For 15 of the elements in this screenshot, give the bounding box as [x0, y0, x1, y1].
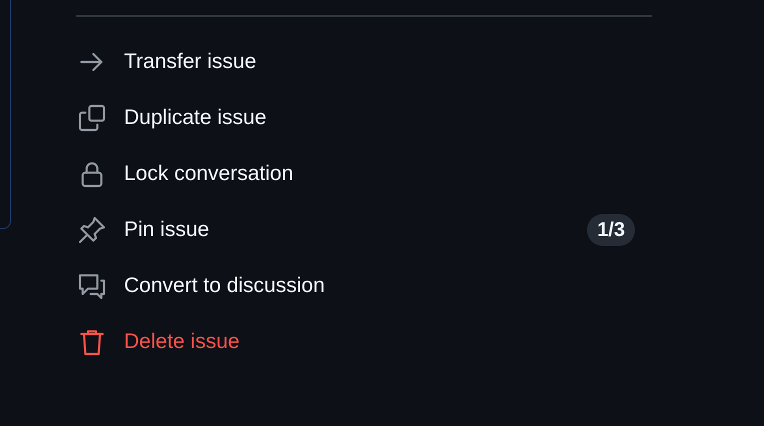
menu-item[interactable]: Convert to discussion [76, 258, 652, 314]
menu-item-label: Duplicate issue [124, 105, 266, 132]
menu-item[interactable]: Pin issue 1/3 [76, 202, 652, 258]
menu-item[interactable]: Duplicate issue [76, 90, 652, 146]
menu-item-label: Lock conversation [124, 161, 294, 188]
menu-item[interactable]: Transfer issue [76, 34, 652, 90]
menu-item-label: Delete issue [124, 329, 240, 356]
menu-item-label: Transfer issue [124, 49, 256, 76]
menu-item-label: Convert to discussion [124, 273, 325, 300]
menu-item[interactable]: Delete issue [76, 314, 652, 370]
menu-item-label: Pin issue [124, 217, 210, 244]
count-badge: 1/3 [587, 214, 635, 246]
menu-item[interactable]: Lock conversation [76, 146, 652, 202]
pin-icon [76, 214, 108, 246]
copy-icon [76, 102, 108, 134]
